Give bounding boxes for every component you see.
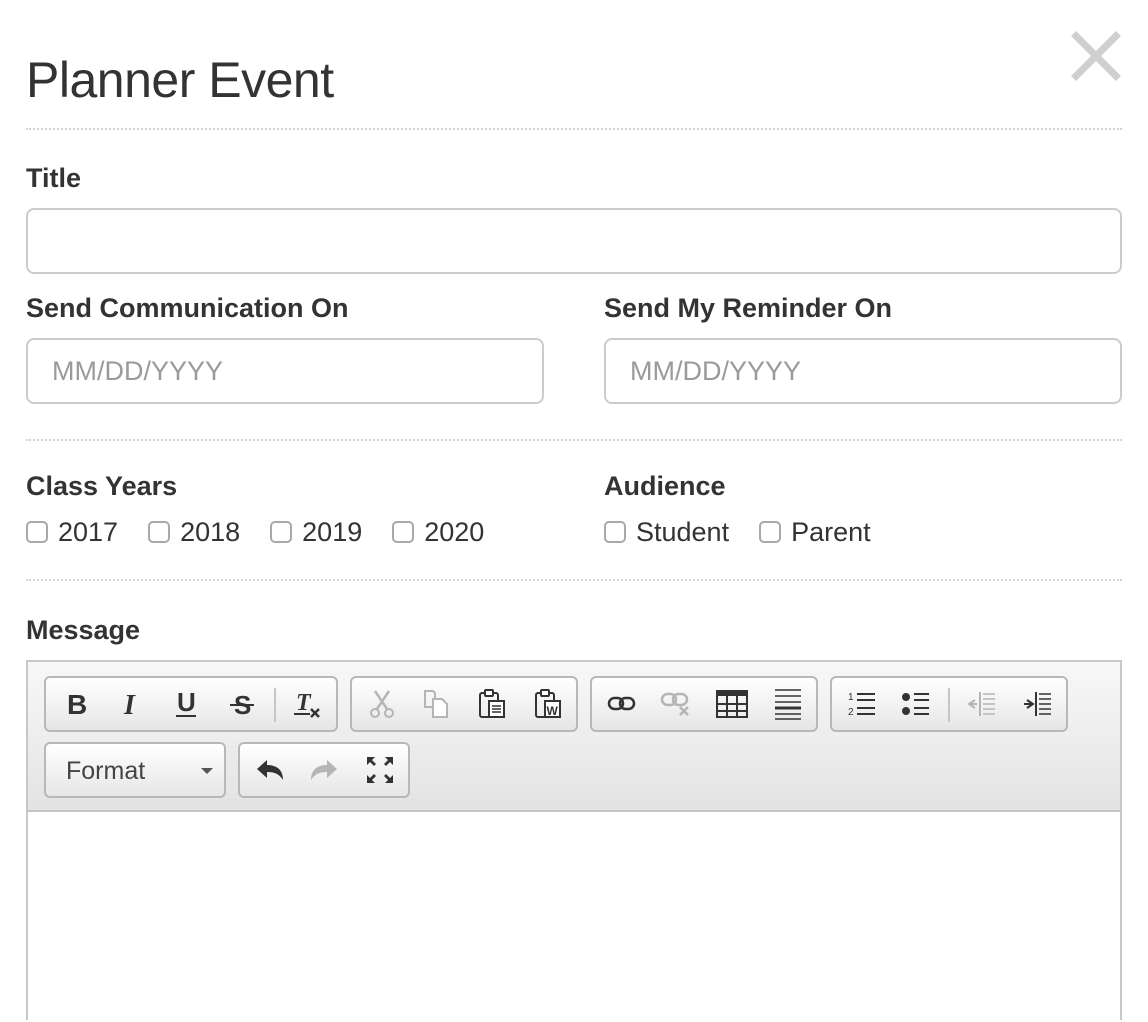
bulleted-list-button[interactable]: [888, 678, 944, 730]
underline-button[interactable]: U: [158, 678, 214, 730]
remove-format-button[interactable]: T: [280, 678, 336, 730]
checkbox[interactable]: [148, 521, 171, 543]
numbered-list-icon: 12: [848, 692, 875, 718]
audience-group: Student Parent: [604, 514, 901, 550]
paste-button[interactable]: [464, 678, 520, 730]
toolbar-separator: [274, 688, 276, 722]
maximize-button[interactable]: [352, 744, 408, 796]
list-group: 12: [830, 676, 1068, 732]
horizontal-rule-button[interactable]: [760, 678, 816, 730]
header-divider: [26, 128, 1122, 130]
svg-text:U: U: [177, 689, 196, 717]
title-input[interactable]: [26, 208, 1122, 274]
outdent-icon: [967, 692, 995, 716]
reminder-date-input[interactable]: [604, 338, 1122, 404]
paste-from-word-button[interactable]: W: [520, 678, 576, 730]
svg-text:B: B: [67, 690, 87, 718]
modal-title: Planner Event: [26, 52, 334, 108]
editor-toolbar: B I U S T W 1 2 Format: [28, 662, 1120, 812]
title-label: Title: [26, 163, 82, 193]
bold-icon: B: [67, 690, 87, 718]
basic-styles-group: B I U S T: [44, 676, 338, 732]
svg-text:I: I: [123, 690, 136, 718]
checkbox[interactable]: [604, 521, 626, 543]
numbered-list-button[interactable]: 12: [834, 678, 890, 730]
class-year-2020[interactable]: 2020: [392, 517, 484, 548]
redo-button[interactable]: [296, 744, 352, 796]
strikethrough-icon: S: [230, 690, 254, 718]
strikethrough-button[interactable]: S: [214, 678, 270, 730]
editor-content-area[interactable]: [28, 812, 1120, 1022]
italic-button[interactable]: I: [102, 678, 158, 730]
class-year-2018[interactable]: 2018: [148, 517, 240, 548]
cut-button[interactable]: [354, 678, 410, 730]
unlink-button[interactable]: [648, 678, 704, 730]
rich-text-editor: B I U S T W 1 2 Format: [26, 660, 1122, 1022]
link-icon: [607, 696, 636, 711]
class-year-2017[interactable]: 2017: [26, 517, 118, 548]
checkbox-label: 2017: [58, 516, 119, 547]
table-button[interactable]: [704, 678, 760, 730]
section-divider: [26, 579, 1122, 581]
format-dropdown-label: Format: [66, 757, 146, 785]
checkbox[interactable]: [26, 521, 48, 543]
audience-student[interactable]: Student: [604, 517, 729, 548]
class-years-group: 2017 2018 2019 2020: [26, 514, 514, 550]
audience-label: Audience: [604, 471, 726, 501]
paste-from-word-icon: W: [535, 689, 561, 718]
indent-icon: [1024, 692, 1051, 716]
undo-icon: [257, 760, 283, 780]
checkbox-label: 2020: [424, 516, 485, 547]
copy-button[interactable]: [408, 678, 464, 730]
checkbox-label: Parent: [791, 516, 871, 547]
svg-text:1: 1: [848, 692, 854, 703]
svg-text:2: 2: [848, 707, 854, 718]
link-button[interactable]: [594, 678, 650, 730]
send-communication-label: Send Communication On: [26, 293, 349, 323]
section-divider: [26, 439, 1122, 441]
svg-text:W: W: [547, 704, 559, 718]
checkbox[interactable]: [392, 521, 415, 543]
insert-group: [590, 676, 818, 732]
close-button[interactable]: [1068, 28, 1124, 84]
redo-icon: [311, 760, 337, 780]
class-years-label: Class Years: [26, 471, 178, 501]
bold-button[interactable]: B: [48, 678, 104, 730]
svg-text:T: T: [296, 690, 312, 716]
outdent-button[interactable]: [954, 678, 1010, 730]
undo-button[interactable]: [242, 744, 298, 796]
table-icon: [716, 690, 748, 718]
indent-button[interactable]: [1010, 678, 1066, 730]
audience-parent[interactable]: Parent: [759, 517, 871, 548]
checkbox[interactable]: [270, 521, 293, 543]
maximize-icon: [367, 757, 393, 783]
format-dropdown[interactable]: Format: [44, 742, 226, 798]
clipboard-group: W: [350, 676, 578, 732]
horizontal-rule-icon: [775, 689, 801, 720]
message-label: Message: [26, 615, 141, 645]
history-group: [238, 742, 410, 798]
reminder-label: Send My Reminder On: [604, 293, 893, 323]
italic-icon: I: [123, 690, 136, 718]
chevron-down-icon: [201, 768, 213, 774]
paste-icon: [479, 689, 505, 718]
checkbox[interactable]: [759, 521, 782, 543]
remove-format-icon: T: [294, 690, 320, 718]
copy-icon: [424, 690, 448, 718]
underline-icon: U: [176, 689, 196, 717]
checkbox-label: 2019: [302, 516, 363, 547]
checkbox-label: 2018: [180, 516, 241, 547]
send-communication-date-input[interactable]: [26, 338, 544, 404]
unlink-icon: [660, 692, 689, 716]
cut-icon: [370, 690, 394, 718]
close-icon: [1071, 31, 1121, 81]
checkbox-label: Student: [636, 516, 730, 547]
toolbar-separator: [948, 688, 950, 722]
class-year-2019[interactable]: 2019: [270, 517, 362, 548]
bulleted-list-icon: [902, 693, 929, 715]
